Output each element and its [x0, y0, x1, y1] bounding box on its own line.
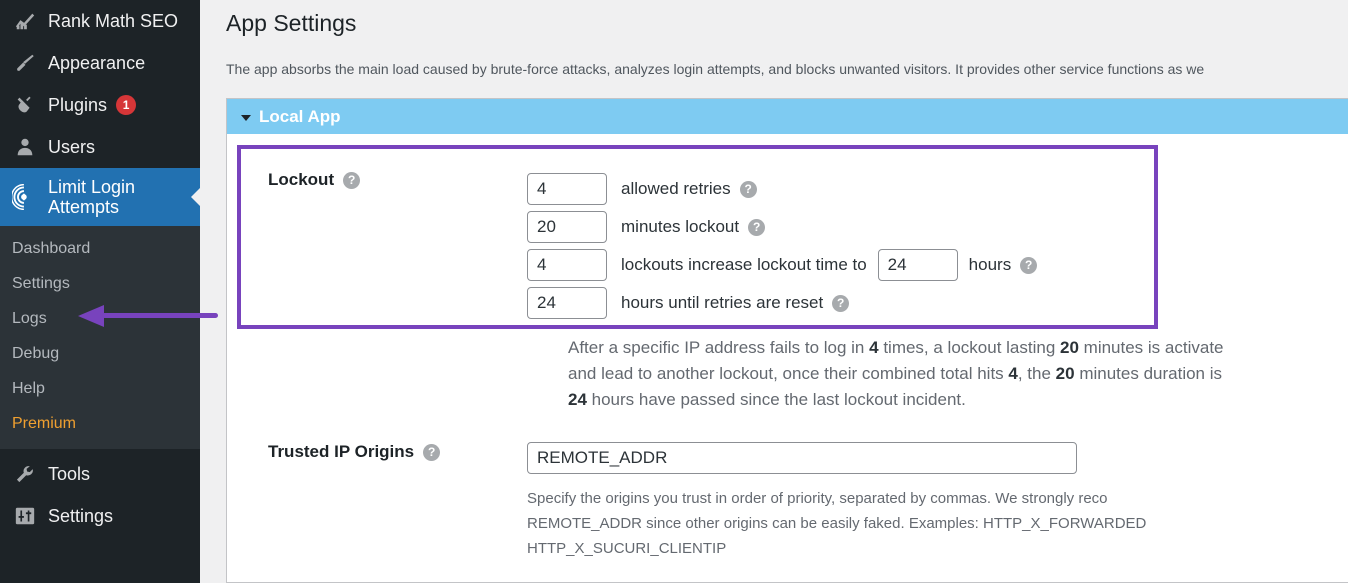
trusted-ip-desc-line-2: REMOTE_ADDR since other origins can be e…	[527, 515, 1147, 532]
sidebar-subitem-settings[interactable]: Settings	[0, 266, 200, 301]
sidebar-item-label: Rank Math SEO	[48, 10, 179, 31]
sidebar-item-plugins[interactable]: Plugins 1	[0, 84, 200, 126]
plugins-plug-icon	[12, 92, 38, 118]
sidebar-item-label: Users	[48, 136, 96, 157]
sidebar-item-label: Settings	[48, 505, 114, 526]
panel-title: Local App	[259, 106, 341, 126]
sidebar-subitem-debug[interactable]: Debug	[0, 336, 200, 371]
sidebar-bottom-group: Tools Settings	[0, 449, 200, 537]
sidebar-item-label: Appearance	[48, 52, 146, 73]
sidebar-item-users[interactable]: Users	[0, 126, 200, 168]
desc-l1-b2: 20	[1060, 338, 1079, 357]
desc-l1-b1: 4	[869, 338, 879, 357]
lockout-description-line-2: and lead to another lockout, once their …	[568, 361, 1348, 387]
sidebar-subitem-dashboard[interactable]: Dashboard	[0, 231, 200, 266]
sidebar-item-tools[interactable]: Tools	[0, 453, 200, 495]
sidebar-item-rank-math-seo[interactable]: Rank Math SEO	[0, 0, 200, 42]
settings-sliders-icon	[12, 503, 38, 529]
trusted-ip-desc-line-1: Specify the origins you trust in order o…	[527, 490, 1108, 507]
trusted-ip-description: Specify the origins you trust in order o…	[527, 474, 1146, 561]
lockout-description-line-1: After a specific IP address fails to log…	[568, 335, 1348, 361]
rank-math-icon	[12, 8, 38, 34]
sidebar-item-label: Tools	[48, 463, 91, 484]
highlight-box-annotation	[237, 145, 1158, 329]
sidebar-subitem-help[interactable]: Help	[0, 371, 200, 406]
desc-l2-b2: 20	[1055, 364, 1075, 383]
plugins-update-badge: 1	[116, 95, 137, 115]
desc-l3-b1: 24	[568, 390, 587, 409]
sidebar-item-label-line1: Limit Login	[48, 176, 136, 197]
local-app-panel-header[interactable]: Local App	[226, 98, 1348, 134]
sidebar-item-label: Limit Login Attempts	[48, 177, 135, 217]
sidebar-item-label: Plugins	[48, 94, 108, 115]
trusted-ip-desc-line-3: HTTP_X_SUCURI_CLIENTIP	[527, 540, 727, 557]
desc-l1-pre: After a specific IP address fails to log…	[568, 338, 870, 357]
sidebar-subitem-logs[interactable]: Logs	[0, 301, 200, 336]
trusted-ip-label-text: Trusted IP Origins	[268, 442, 415, 461]
chevron-down-icon[interactable]	[241, 114, 251, 121]
sidebar-item-label-line2: Attempts	[48, 197, 120, 217]
page-description: The app absorbs the main load caused by …	[226, 60, 1205, 77]
help-icon[interactable]: ?	[423, 443, 441, 461]
trusted-ip-field-row: Trusted IP Origins ? Specify the origins…	[227, 413, 1348, 561]
desc-l2-b1: 4	[1008, 364, 1018, 383]
sidebar-item-settings[interactable]: Settings	[0, 495, 200, 537]
tools-wrench-icon	[12, 461, 38, 487]
desc-l3-post: hours have passed since the last lockout…	[586, 390, 966, 409]
appearance-brush-icon	[12, 50, 38, 76]
desc-l2-pre: and lead to another lockout, once their …	[568, 364, 1009, 383]
desc-l1-post: minutes is activate	[1078, 338, 1224, 357]
desc-l1-mid: times, a lockout lasting	[878, 338, 1061, 357]
main-content: App Settings The app absorbs the main lo…	[200, 0, 1348, 583]
desc-l2-post: minutes duration is	[1074, 364, 1222, 383]
sidebar-subitem-premium[interactable]: Premium	[0, 406, 200, 441]
sidebar-top-group: Rank Math SEO Appearance Plugins 1 Users…	[0, 0, 200, 537]
limit-login-attempts-submenu: Dashboard Settings Logs Debug Help Premi…	[0, 226, 200, 449]
trusted-ip-input[interactable]	[527, 442, 1077, 474]
trusted-ip-input-group: Specify the origins you trust in order o…	[527, 442, 1146, 561]
lockout-description: After a specific IP address fails to log…	[227, 322, 1348, 413]
page-title: App Settings	[226, 10, 357, 36]
admin-sidebar: Rank Math SEO Appearance Plugins 1 Users…	[0, 0, 200, 583]
lockout-description-line-3: 24 hours have passed since the last lock…	[568, 387, 1348, 413]
desc-l2-mid: , the	[1017, 364, 1056, 383]
users-person-icon	[12, 134, 38, 160]
local-app-panel-body: Lockout ? allowed retries ? mi	[226, 134, 1348, 583]
screen-root: Rank Math SEO Appearance Plugins 1 Users…	[0, 0, 1348, 583]
trusted-ip-label: Trusted IP Origins ?	[227, 442, 527, 462]
sidebar-item-appearance[interactable]: Appearance	[0, 42, 200, 84]
limit-login-attempts-icon	[12, 184, 38, 210]
sidebar-item-limit-login-attempts[interactable]: Limit Login Attempts	[0, 168, 200, 226]
